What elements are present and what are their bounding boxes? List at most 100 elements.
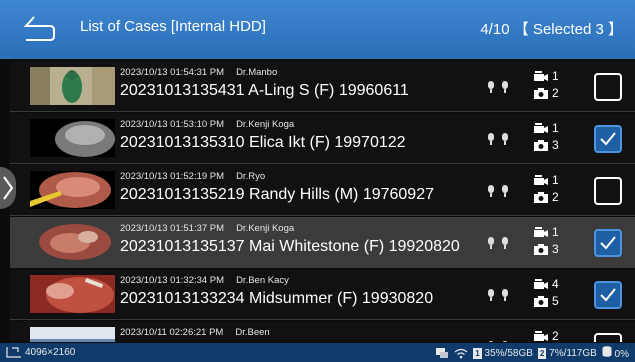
video-camera-icon	[534, 278, 548, 289]
case-name: 20231013135219 Randy Hills (M) 19760927	[120, 186, 434, 203]
case-thumbnail[interactable]	[30, 67, 115, 105]
case-name: 20231013135431 A-Ling S (F) 19960611	[120, 82, 409, 99]
case-meta: 2023/10/13 01:52:19 PM Dr.Ryo	[120, 171, 265, 182]
case-row[interactable]: 2023/10/11 02:26:21 PM Dr.Been 2	[10, 321, 635, 342]
video-camera-icon	[534, 70, 548, 81]
case-name: 20231013133234 Midsummer (F) 19930820	[120, 290, 434, 307]
disk3-indicator: 0%	[602, 346, 629, 360]
case-doctor: Dr.Been	[235, 327, 270, 338]
case-meta: 2023/10/13 01:53:10 PM Dr.Kenji Koga	[120, 119, 294, 130]
disk1-badge: 1	[473, 347, 482, 359]
video-count: 2	[534, 329, 559, 342]
disk1-usage: 35%/58GB	[484, 347, 533, 359]
microphone-icon	[488, 133, 508, 145]
case-row[interactable]: 2023/10/13 01:51:37 PM Dr.Kenji Koga 2023…	[10, 217, 635, 268]
return-arrow-icon	[23, 16, 55, 41]
media-counts: 1 3	[534, 121, 570, 157]
microphone-icon	[488, 289, 508, 301]
disk1-indicator: 1 35%/58GB	[473, 347, 533, 359]
case-meta: 2023/10/13 01:32:34 PM Dr.Ben Kacy	[120, 275, 289, 286]
network-drive-icon	[436, 348, 449, 358]
microphone-icon	[488, 81, 508, 93]
case-timestamp: 2023/10/11 02:26:21 PM	[120, 327, 224, 338]
case-list[interactable]: 2023/10/13 01:54:31 PM Dr.Manbo 202310131…	[10, 61, 635, 342]
select-checkbox[interactable]	[594, 229, 622, 257]
disk3-usage: 0%	[614, 349, 629, 360]
wifi-icon	[454, 348, 468, 358]
video-count: 4	[534, 277, 559, 291]
checkmark-icon	[600, 236, 616, 250]
camera-icon	[534, 243, 548, 255]
camera-icon	[534, 191, 548, 203]
video-count: 1	[534, 225, 559, 239]
select-checkbox[interactable]	[594, 73, 622, 101]
case-meta: 2023/10/13 01:51:37 PM Dr.Kenji Koga	[120, 223, 294, 234]
case-doctor: Dr.Ryo	[236, 171, 266, 182]
case-thumbnail[interactable]	[30, 223, 115, 261]
disk2-indicator: 2 7%/117GB	[537, 347, 597, 359]
media-counts: 1 2	[534, 69, 570, 105]
side-panel-tab[interactable]	[0, 167, 16, 209]
case-name: 20231013135137 Mai Whitestone (F) 199208…	[120, 238, 460, 255]
chevron-right-icon	[3, 176, 14, 200]
camera-icon	[534, 87, 548, 99]
photo-count: 3	[534, 138, 559, 152]
case-meta: 2023/10/13 01:54:31 PM Dr.Manbo	[120, 67, 277, 78]
select-checkbox[interactable]	[594, 177, 622, 205]
photo-count: 2	[534, 86, 559, 100]
case-doctor: Dr.Ben Kacy	[236, 275, 289, 286]
case-thumbnail[interactable]	[30, 327, 115, 342]
video-camera-icon	[534, 226, 548, 237]
microphone-icon	[488, 185, 508, 197]
case-timestamp: 2023/10/13 01:32:34 PM	[120, 275, 225, 286]
selection-count: 4/10 【 Selected 3 】	[480, 21, 623, 38]
video-camera-icon	[534, 122, 548, 133]
case-thumbnail[interactable]	[30, 119, 115, 157]
photo-count: 3	[534, 242, 559, 256]
status-bar: 4096×2160 1 35%/58GB 2 7%/117GB 0%	[0, 343, 635, 362]
microphone-icon	[488, 237, 508, 249]
disk2-usage: 7%/117GB	[549, 347, 597, 359]
app-header: List of Cases [Internal HDD] 4/10 【 Sele…	[0, 0, 635, 59]
media-counts: 1 3	[534, 225, 570, 261]
select-checkbox[interactable]	[594, 281, 622, 309]
media-counts: 1 2	[534, 173, 570, 209]
case-row[interactable]: 2023/10/13 01:52:19 PM Dr.Ryo 20231013135…	[10, 165, 635, 216]
camera-icon	[534, 295, 548, 307]
page-title: List of Cases [Internal HDD]	[80, 18, 266, 35]
video-count: 1	[534, 173, 559, 187]
video-count: 1	[534, 121, 559, 135]
case-doctor: Dr.Manbo	[236, 67, 278, 78]
case-name: 20231013135310 Elica Ikt (F) 19970122	[120, 134, 406, 151]
case-thumbnail[interactable]	[30, 275, 115, 313]
photo-count: 2	[534, 190, 559, 204]
case-doctor: Dr.Kenji Koga	[236, 223, 295, 234]
camera-icon	[534, 139, 548, 151]
case-row[interactable]: 2023/10/13 01:54:31 PM Dr.Manbo 202310131…	[10, 61, 635, 112]
resolution-indicator: 4096×2160	[6, 346, 75, 358]
case-timestamp: 2023/10/13 01:54:31 PM	[120, 67, 225, 78]
case-row[interactable]: 2023/10/13 01:32:34 PM Dr.Ben Kacy 202310…	[10, 269, 635, 320]
checkmark-icon	[600, 288, 616, 302]
photo-count: 5	[534, 294, 559, 308]
microphone-icon	[488, 341, 508, 342]
case-thumbnail[interactable]	[30, 171, 115, 209]
resolution-icon	[6, 347, 21, 358]
storage-indicators: 1 35%/58GB 2 7%/117GB 0%	[430, 346, 629, 360]
case-timestamp: 2023/10/13 01:52:19 PM	[120, 171, 225, 182]
video-count: 1	[534, 69, 559, 83]
media-counts: 2	[534, 329, 570, 342]
case-doctor: Dr.Kenji Koga	[236, 119, 295, 130]
case-row[interactable]: 2023/10/13 01:53:10 PM Dr.Kenji Koga 2023…	[10, 113, 635, 164]
video-camera-icon	[534, 330, 548, 341]
select-checkbox[interactable]	[594, 333, 622, 342]
select-checkbox[interactable]	[594, 125, 622, 153]
video-camera-icon	[534, 174, 548, 185]
disk2-badge: 2	[537, 347, 547, 359]
resolution-text: 4096×2160	[25, 346, 76, 358]
back-button[interactable]	[20, 12, 60, 46]
database-icon	[602, 346, 612, 357]
checkmark-icon	[600, 132, 616, 146]
media-counts: 4 5	[534, 277, 570, 313]
case-timestamp: 2023/10/13 01:51:37 PM	[120, 223, 225, 234]
